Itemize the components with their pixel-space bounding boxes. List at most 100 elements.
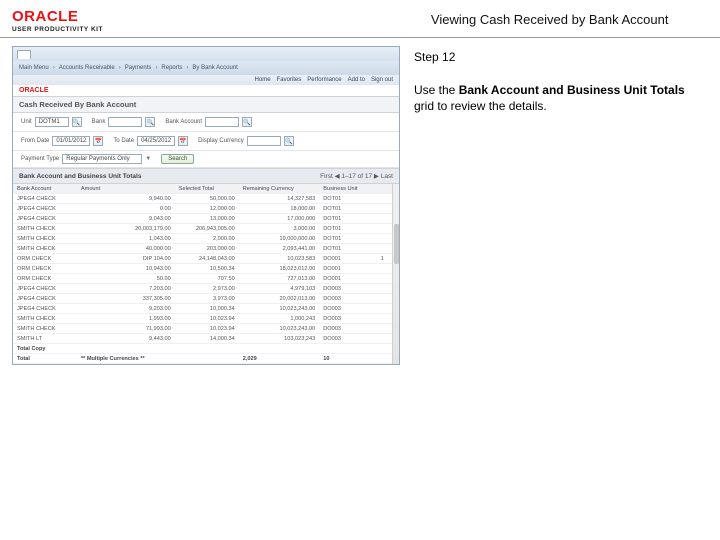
table-footer-total-copy: Total Copy	[13, 344, 392, 354]
instruction-panel: Step 12 Use the Bank Account and Busines…	[405, 38, 720, 540]
col-remaining-ccy: Remaining Currency	[239, 184, 319, 194]
cell: 10,023.94	[175, 314, 239, 324]
cell	[377, 344, 392, 354]
cell: 9,443.00	[77, 334, 175, 344]
type-field: Payment Type Regular Payments Only ▼	[21, 154, 151, 164]
app-brand: ORACLE	[13, 85, 399, 97]
cell: 727,013.00	[239, 274, 319, 284]
table-row: SMITH CHECK1,993.0010,023.941,000,243DO0…	[13, 314, 392, 324]
cell: DOT01	[319, 204, 377, 214]
cell: DO003	[319, 334, 377, 344]
app-mock: Main Menu Accounts Receivable Payments R…	[12, 46, 400, 365]
search-icon[interactable]: 🔍	[72, 117, 82, 127]
cell	[377, 224, 392, 234]
cell: 1,000,243	[239, 314, 319, 324]
table-row: SMITH CHECK71,993.0010,023.9410,023,243.…	[13, 324, 392, 334]
cell: DO001	[319, 254, 377, 264]
cell: ** Multiple Currencies **	[77, 354, 175, 364]
todate-input[interactable]: 04/25/2012	[137, 136, 175, 146]
cell	[377, 284, 392, 294]
cell: 10,023.94	[175, 324, 239, 334]
cell: 14,327,583	[239, 194, 319, 204]
page-title: Viewing Cash Received by Bank Account	[111, 8, 708, 27]
cell: 24,148,043.00	[175, 254, 239, 264]
calendar-icon[interactable]: 📅	[178, 136, 188, 146]
table-row: SMITH LT9,443.0014,000.34103,023,243DO00…	[13, 334, 392, 344]
cell	[377, 234, 392, 244]
acct-input[interactable]	[205, 117, 239, 127]
unit-field: Unit DOTM1 🔍	[21, 117, 82, 127]
scrollbar[interactable]	[392, 184, 399, 364]
instr-post: grid to review the details.	[414, 99, 547, 113]
fromdate-field: From Date 01/01/2012 📅	[21, 136, 103, 146]
search-button[interactable]: Search	[161, 154, 194, 164]
calendar-icon[interactable]: 📅	[93, 136, 103, 146]
bank-input[interactable]	[108, 117, 142, 127]
ccy-input[interactable]	[247, 136, 281, 146]
cell	[377, 244, 392, 254]
logo-subtitle: USER PRODUCTIVITY KIT	[12, 26, 103, 33]
cell	[377, 214, 392, 224]
cell: 2,029	[239, 354, 319, 364]
table-header-row: Bank Account Amount Selected Total Remai…	[13, 184, 392, 194]
unit-label: Unit	[21, 119, 32, 125]
cell: 0.00	[77, 204, 175, 214]
cell: ORM CHECK	[13, 254, 77, 264]
crumb: Payments	[125, 65, 152, 71]
nav-add: Add to	[348, 77, 365, 83]
search-icon[interactable]: 🔍	[145, 117, 155, 127]
cell: 40,000.00	[77, 244, 175, 254]
cell: 9,043.00	[77, 214, 175, 224]
filters-row-1: Unit DOTM1 🔍 Bank 🔍 Bank Account 🔍	[13, 113, 399, 132]
cell: 2,973.00	[175, 284, 239, 294]
search-icon[interactable]: 🔍	[242, 117, 252, 127]
unit-input[interactable]: DOTM1	[35, 117, 69, 127]
cell: DO003	[319, 294, 377, 304]
cell: 2,093,441.00	[239, 244, 319, 254]
todate-field: To Date 04/25/2012 📅	[113, 136, 188, 146]
fromdate-input[interactable]: 01/01/2012	[52, 136, 90, 146]
crumb: Accounts Receivable	[59, 65, 115, 71]
table-row: JPEG4 CHECK9,043.0013,000.0017,000,000DO…	[13, 214, 392, 224]
cell: JPEG4 CHECK	[13, 194, 77, 204]
screenshot-panel: Main Menu Accounts Receivable Payments R…	[0, 38, 405, 540]
cell: 19,000,000.00	[239, 234, 319, 244]
cell: Total Copy	[13, 344, 77, 354]
app-nav: Home Favorites Performance Add to Sign o…	[13, 75, 399, 85]
type-select[interactable]: Regular Payments Only	[62, 154, 142, 164]
cell: 10	[319, 354, 377, 364]
cell: JPEG4 CHECK	[13, 204, 77, 214]
cell: DIP 104.00	[77, 254, 175, 264]
cell: DO001	[319, 274, 377, 284]
cell: 4,979,103	[239, 284, 319, 294]
nav-home: Home	[255, 77, 271, 83]
step-label: Step 12	[414, 50, 708, 64]
cell: 10,023,243.00	[239, 304, 319, 314]
grid-header: Bank Account and Business Unit Totals Fi…	[13, 168, 399, 184]
col-amount: Amount	[77, 184, 175, 194]
cell: 3,000.00	[239, 224, 319, 234]
instr-bold: Bank Account and Business Unit Totals	[459, 83, 685, 97]
cell: SMITH CHECK	[13, 324, 77, 334]
cell	[377, 314, 392, 324]
chevron-down-icon[interactable]: ▼	[145, 156, 151, 162]
cell: 10,023,243.00	[239, 324, 319, 334]
cell: 206,943,005.00	[175, 224, 239, 234]
pager[interactable]: First ◀ 1–17 of 17 ▶ Last	[320, 172, 393, 180]
col-business-unit: Business Unit	[319, 184, 377, 194]
crumb: By Bank Account	[192, 65, 237, 71]
search-icon[interactable]: 🔍	[284, 136, 294, 146]
cell: 9,940.00	[77, 194, 175, 204]
cell	[377, 294, 392, 304]
table-row: ORM CHECK50.00707.50727,013.00DO001	[13, 274, 392, 284]
app-tabbar	[13, 47, 399, 61]
cell: 1,993.00	[77, 314, 175, 324]
cell: DOT01	[319, 234, 377, 244]
bank-label: Bank	[92, 119, 106, 125]
cell: 9,203.00	[77, 304, 175, 314]
cell: DO003	[319, 284, 377, 294]
cell: 18,023,012.00	[239, 264, 319, 274]
scrollbar-thumb[interactable]	[394, 224, 399, 264]
crumb: Reports	[161, 65, 182, 71]
cell: 13,000.00	[175, 214, 239, 224]
